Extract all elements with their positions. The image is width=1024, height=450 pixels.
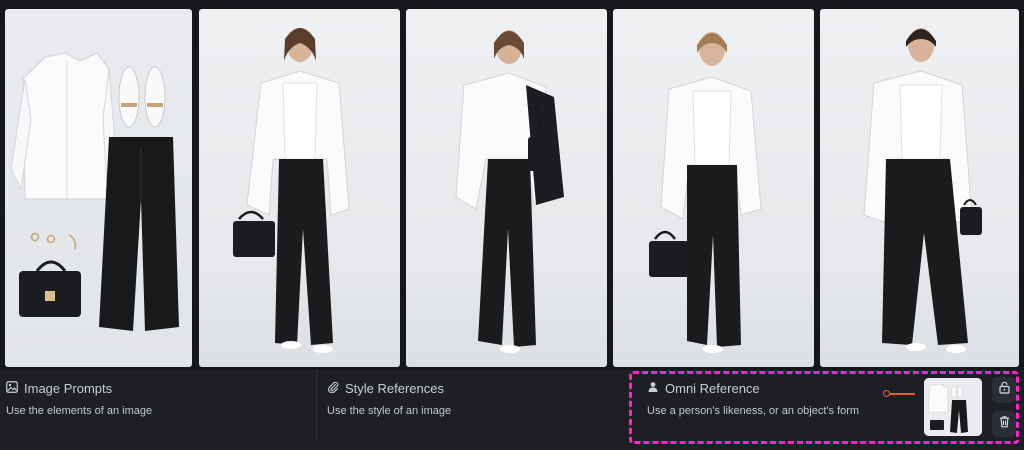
image-prompts-title: Image Prompts — [24, 381, 113, 396]
omni-weight-slider-handle[interactable] — [883, 390, 890, 397]
model-image-3[interactable] — [613, 9, 814, 367]
flatlay-outfit-image[interactable] — [5, 9, 192, 367]
style-references-title: Style References — [345, 381, 444, 396]
model-image-1[interactable] — [199, 9, 400, 367]
image-prompts-description: Use the elements of an image — [6, 405, 153, 417]
delete-button[interactable] — [992, 411, 1016, 437]
image-prompts-section[interactable]: Image Prompts Use the elements of an ima… — [0, 370, 316, 442]
style-references-section[interactable]: Style References Use the style of an ima… — [316, 370, 628, 442]
omni-reference-thumbnail[interactable] — [924, 378, 982, 436]
model-image-2[interactable] — [406, 9, 607, 367]
trash-icon — [998, 415, 1011, 433]
image-icon — [6, 381, 18, 396]
unlock-button[interactable] — [992, 377, 1016, 403]
style-references-description: Use the style of an image — [327, 405, 452, 417]
model-image-4[interactable] — [820, 9, 1019, 367]
person-icon — [647, 381, 659, 396]
paperclip-icon — [327, 381, 339, 396]
omni-reference-title: Omni Reference — [665, 381, 760, 396]
unlock-icon — [998, 381, 1011, 399]
image-gallery — [0, 0, 1024, 370]
